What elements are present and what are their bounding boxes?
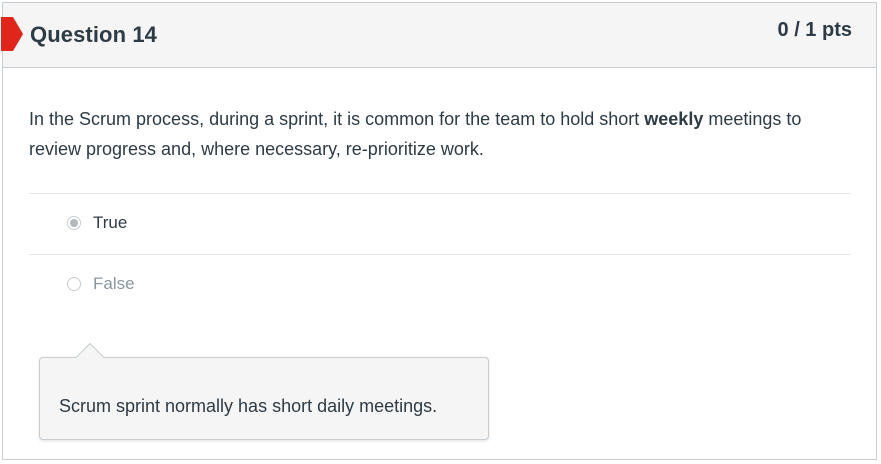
incorrect-flag-icon xyxy=(1,17,23,51)
radio-unselected-icon[interactable] xyxy=(67,277,81,291)
question-text: In the Scrum process, during a sprint, i… xyxy=(29,104,819,164)
answer-label: True xyxy=(93,213,128,232)
question-text-emphasis: weekly xyxy=(644,109,704,129)
question-header: Question 14 0 / 1 pts xyxy=(1,3,876,68)
answer-option-false[interactable]: False xyxy=(29,264,850,304)
question-points: 0 / 1 pts xyxy=(777,19,852,41)
answer-feedback-callout: Scrum sprint normally has short daily me… xyxy=(39,342,489,440)
question-text-part-1: In the Scrum process, during a sprint, i… xyxy=(29,109,645,129)
answer-divider xyxy=(29,254,850,255)
feedback-text: Scrum sprint normally has short daily me… xyxy=(59,396,438,416)
answer-option-true[interactable]: True xyxy=(29,203,850,243)
answers-divider xyxy=(29,193,850,194)
answer-label: False xyxy=(93,274,135,293)
question-title: Question 14 xyxy=(30,22,158,47)
radio-selected-icon[interactable] xyxy=(67,216,81,230)
